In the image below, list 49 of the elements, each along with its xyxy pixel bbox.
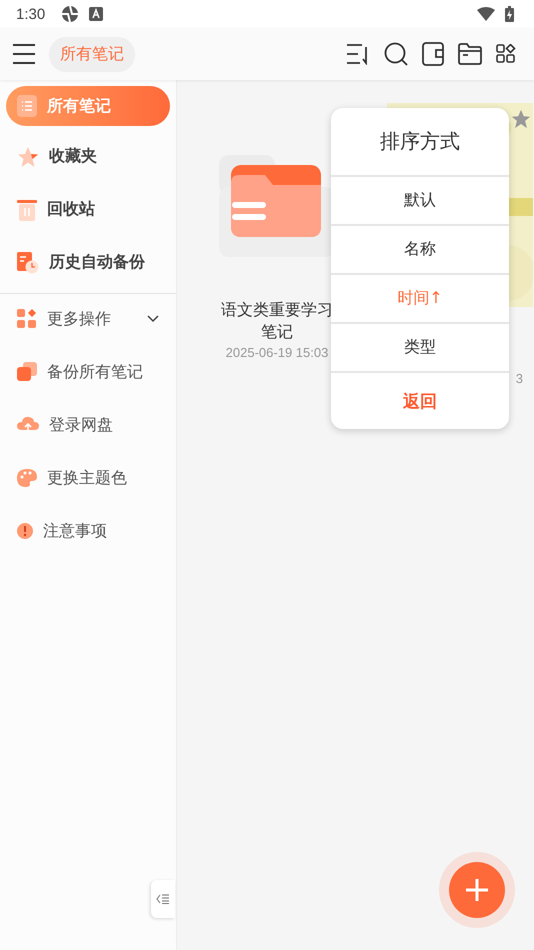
warning-icon: [17, 523, 33, 539]
add-button[interactable]: [449, 862, 505, 918]
copy-icon: [17, 362, 37, 382]
sidebar-item[interactable]: 注意事项: [6, 510, 170, 552]
battery-icon: [505, 6, 514, 22]
star-icon: [17, 146, 39, 168]
sort-option[interactable]: 默认: [331, 177, 509, 226]
sidebar-item[interactable]: 更多操作: [6, 298, 170, 340]
sidebar-item[interactable]: 更换主题色: [6, 457, 170, 499]
sidebar-item-label: 备份所有笔记: [47, 362, 143, 382]
sort-icon[interactable]: [346, 43, 370, 65]
app-notification-icon: [61, 5, 80, 23]
history-icon: [17, 252, 39, 274]
sidebar-item-label: 回收站: [47, 199, 95, 220]
apps-icon[interactable]: [496, 44, 516, 64]
sidebar-item-label: 历史自动备份: [49, 252, 145, 273]
sidebar-item[interactable]: 历史自动备份: [6, 240, 170, 285]
collapse-sidebar-tab[interactable]: [151, 880, 175, 918]
chevron-down-icon: [147, 315, 159, 323]
trash-icon: [17, 198, 37, 220]
palette-icon: [17, 469, 37, 487]
menu-icon[interactable]: [13, 44, 35, 64]
sort-option[interactable]: 名称: [331, 226, 509, 275]
search-icon[interactable]: [384, 42, 408, 66]
collapse-icon: [156, 894, 170, 904]
sidebar-item[interactable]: 登录网盘: [6, 404, 170, 446]
sidebar-item[interactable]: 备份所有笔记: [6, 351, 170, 393]
note-date: 2025-06-19 15:03: [226, 345, 328, 360]
wifi-icon: [477, 7, 495, 21]
note-title: 语文类重要学习笔记: [220, 299, 334, 343]
sidebar-item-label: 所有笔记: [47, 96, 111, 116]
note-date: 3: [516, 371, 523, 386]
folder-icon[interactable]: [458, 43, 482, 65]
sidebar-item[interactable]: 回收站: [6, 187, 170, 232]
sidebar-item-label: 更多操作: [47, 308, 111, 330]
wallet-icon[interactable]: [422, 42, 444, 66]
sidebar-item-label: 登录网盘: [49, 414, 113, 436]
sidebar-item-label: 注意事项: [43, 520, 107, 542]
sidebar-item-label: 更换主题色: [47, 468, 127, 488]
keyboard-notification-icon: [89, 7, 104, 21]
list-icon: [17, 95, 37, 117]
grid-icon: [17, 309, 37, 329]
sort-option[interactable]: 类型: [331, 324, 509, 373]
sort-menu-title: 排序方式: [331, 108, 509, 177]
sidebar-item[interactable]: 收藏夹: [6, 134, 170, 179]
plus-icon: [466, 879, 488, 901]
star-icon[interactable]: [511, 109, 531, 129]
sidebar-item-label: 收藏夹: [49, 146, 97, 167]
status-time: 1:30: [16, 6, 46, 22]
